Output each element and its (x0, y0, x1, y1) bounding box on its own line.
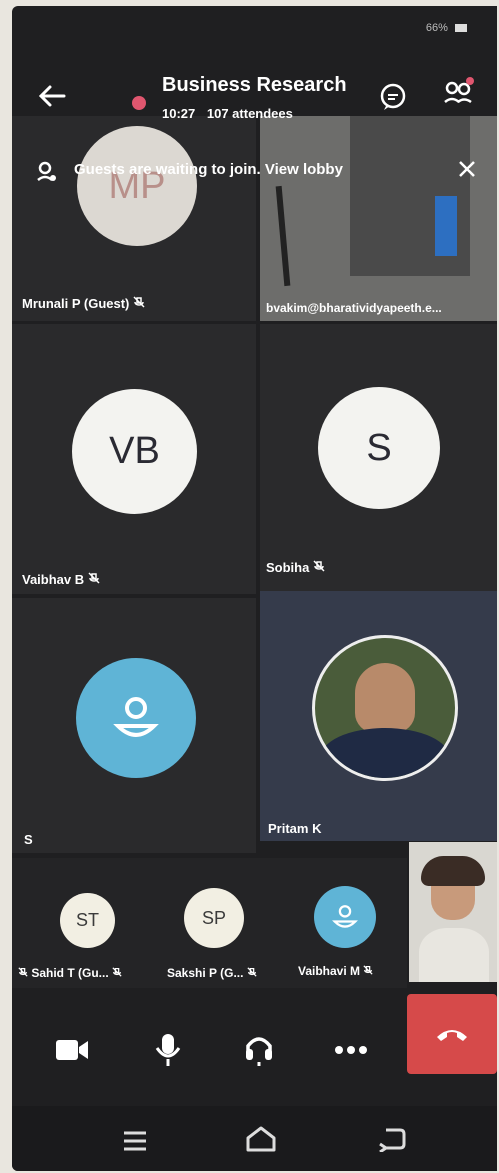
mic-off-icon (133, 296, 145, 308)
meeting-subtitle: 10:27 107 attendees (162, 106, 293, 121)
lobby-icon (37, 161, 56, 181)
mic-off-icon (313, 560, 325, 572)
microphone-stand (275, 185, 291, 287)
avatar-sakshi[interactable]: SP (184, 888, 244, 948)
mic-off-icon (88, 572, 100, 584)
self-shirt-photo (419, 928, 489, 982)
self-view-video[interactable] (409, 842, 497, 982)
back-icon[interactable] (376, 1126, 406, 1157)
lobby-banner[interactable]: Guests are waiting to join. View lobby (28, 156, 488, 192)
meeting-title: Business Research (162, 74, 347, 96)
back-arrow-icon[interactable] (38, 84, 66, 109)
jacket-photo (320, 728, 450, 778)
name-vaibhav: Vaibhav B (22, 572, 100, 587)
end-call-button[interactable] (407, 994, 497, 1074)
mic-icon[interactable] (154, 1032, 182, 1073)
avatar-s (76, 658, 196, 778)
self-hair-photo (421, 856, 485, 886)
mic-off-icon (363, 965, 373, 975)
name-pritam: Pritam K (268, 821, 322, 836)
video-tile-top[interactable]: bvakim@bharatividyapeeth.e... (260, 116, 497, 321)
more-icon[interactable] (334, 1042, 368, 1060)
lobby-banner-text: Guests are waiting to join. View lobby (74, 161, 343, 178)
battery-icon (455, 24, 467, 33)
name-sobiha: Sobiha (266, 560, 325, 575)
chat-icon[interactable] (378, 82, 408, 117)
recording-indicator (132, 96, 146, 110)
tile-vaibhav[interactable]: VB Vaibhav B (12, 324, 256, 594)
participants-icon[interactable] (442, 76, 476, 115)
mic-off-icon (247, 967, 257, 977)
name-sahid: Sahid T (Gu... (18, 966, 122, 980)
avatar-sahid[interactable]: ST (60, 893, 115, 948)
menu-icon[interactable] (122, 1130, 148, 1157)
meeting-header: Business Research 10:27 107 attendees (12, 66, 497, 126)
meeting-screen: 66% MP Mrunali P (Guest) bvakim@bharativ… (12, 6, 497, 1171)
mic-off-icon (18, 967, 28, 977)
avatar-vaibhavi[interactable] (314, 886, 376, 948)
battery-label: 66% (425, 22, 448, 34)
meeting-time: 10:27 (162, 106, 196, 121)
camera-icon[interactable] (54, 1036, 90, 1069)
name-sakshi: Sakshi P (G... (167, 966, 257, 980)
name-s: S (24, 832, 33, 847)
headset-icon[interactable] (244, 1032, 274, 1073)
tile-s[interactable]: S (12, 598, 256, 853)
end-call-icon (437, 1030, 467, 1041)
system-nav-bar (12, 1106, 497, 1171)
home-icon[interactable] (244, 1124, 278, 1159)
status-bar: 66% (426, 22, 467, 34)
person-icon (332, 905, 358, 928)
tile-mrunali[interactable]: MP Mrunali P (Guest) (12, 116, 256, 321)
avatar-pritam (312, 635, 458, 781)
video-email-label: bvakim@bharatividyapeeth.e... (266, 301, 442, 315)
name-mrunali: Mrunali P (Guest) (22, 296, 145, 311)
name-vaibhavi: Vaibhavi M (298, 964, 373, 978)
tile-sobiha[interactable]: S Sobiha (260, 324, 497, 594)
face-photo (355, 663, 415, 733)
avatar-sobiha: S (318, 387, 440, 509)
person-icon (113, 697, 159, 737)
close-icon[interactable] (458, 160, 476, 178)
tile-pritam[interactable]: Pritam K (260, 591, 497, 841)
attendee-count: 107 attendees (206, 106, 293, 121)
small-participants-row: ST Sahid T (Gu... SP Sakshi P (G... Vaib… (12, 858, 407, 988)
tie (435, 196, 457, 256)
avatar-vaibhav: VB (72, 389, 197, 514)
mic-off-icon (112, 967, 122, 977)
